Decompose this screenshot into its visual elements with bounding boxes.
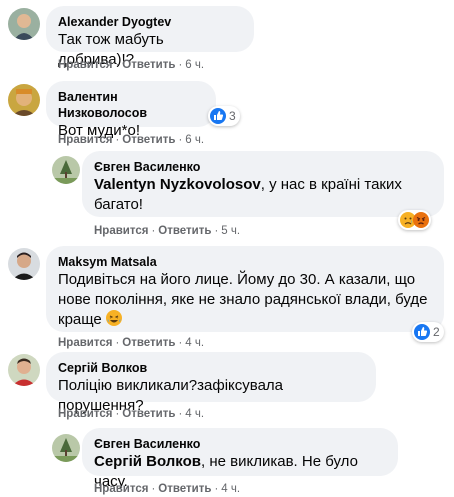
- like-link[interactable]: Нравится: [94, 483, 148, 495]
- avatar[interactable]: [52, 156, 80, 184]
- avatar-photo: [52, 434, 80, 462]
- timestamp[interactable]: 4 ч.: [185, 337, 204, 349]
- timestamp[interactable]: 5 ч.: [221, 225, 240, 237]
- comment-author[interactable]: Євген Василенко: [94, 159, 432, 175]
- avatar-photo: [8, 8, 40, 40]
- comment-bubble: Maksym Matsala Подивіться на його лице. …: [46, 246, 444, 332]
- comment-author[interactable]: Євген Василенко: [94, 436, 386, 452]
- comment-bubble: Євген Василенко Сергій Волков, не виклик…: [82, 428, 398, 490]
- comment-author[interactable]: Maksym Matsala: [58, 254, 432, 270]
- comment-text: Подивіться на його лице. Йому до 30. А к…: [58, 270, 432, 330]
- reactions-summary[interactable]: 2: [412, 322, 444, 342]
- comment-author[interactable]: Валентин Низковолосов: [58, 89, 204, 121]
- avatar[interactable]: [8, 84, 40, 116]
- comment-bubble: Євген Василенко Valentyn Nyzkovolosov, у…: [82, 151, 444, 217]
- reply-link[interactable]: Ответить: [122, 59, 175, 71]
- comment-bubble: Сергій Волков Поліцію викликали?зафіксув…: [46, 352, 376, 414]
- comment-actions: Нравится · Ответить · 4 ч.: [58, 408, 205, 420]
- avatar[interactable]: [52, 434, 80, 462]
- timestamp[interactable]: 4 ч.: [185, 408, 204, 420]
- comment-bubble: Alexander Dyogtev Так тож мабуть добрива…: [46, 6, 254, 68]
- reply-link[interactable]: Ответить: [122, 134, 175, 146]
- laughing-emoji-icon: [105, 310, 122, 326]
- thumbs-up-icon: [210, 108, 226, 124]
- like-link[interactable]: Нравится: [58, 337, 112, 349]
- comment-author[interactable]: Сергій Волков: [58, 360, 364, 376]
- avatar-photo: [8, 84, 40, 116]
- comment-text: Valentyn Nyzkovolosov, у нас в країні та…: [94, 175, 432, 215]
- reactions-summary[interactable]: [398, 210, 431, 230]
- timestamp[interactable]: 6 ч.: [185, 134, 204, 146]
- reply-link[interactable]: Ответить: [122, 408, 175, 420]
- like-link[interactable]: Нравится: [58, 134, 112, 146]
- reaction-count: 3: [229, 109, 236, 123]
- comment-actions: Нравится · Ответить · 4 ч.: [58, 337, 205, 349]
- reactions-summary[interactable]: 3: [208, 106, 240, 126]
- like-link[interactable]: Нравится: [94, 225, 148, 237]
- like-link[interactable]: Нравится: [58, 59, 112, 71]
- reply-link[interactable]: Ответить: [158, 483, 211, 495]
- comment-author[interactable]: Alexander Dyogtev: [58, 14, 242, 30]
- mention-link[interactable]: Valentyn Nyzkovolosov: [94, 176, 261, 193]
- mention-link[interactable]: Сергій Волков: [94, 453, 201, 470]
- avatar-photo: [8, 354, 40, 386]
- thumbs-up-icon: [414, 324, 430, 340]
- timestamp[interactable]: 4 ч.: [221, 483, 240, 495]
- avatar-photo: [52, 156, 80, 184]
- angry-emoji-icon: [413, 212, 429, 228]
- comment-actions: Нравится · Ответить · 6 ч.: [58, 134, 205, 146]
- like-link[interactable]: Нравится: [58, 408, 112, 420]
- avatar[interactable]: [8, 354, 40, 386]
- comment-actions: Нравится · Ответить · 5 ч.: [94, 225, 241, 237]
- avatar[interactable]: [8, 248, 40, 280]
- reply-link[interactable]: Ответить: [122, 337, 175, 349]
- avatar[interactable]: [8, 8, 40, 40]
- comment-actions: Нравится · Ответить · 4 ч.: [94, 483, 241, 495]
- reply-link[interactable]: Ответить: [158, 225, 211, 237]
- timestamp[interactable]: 6 ч.: [185, 59, 204, 71]
- reaction-count: 2: [433, 325, 440, 339]
- comment-bubble: Валентин Низковолосов Вот муди*о!: [46, 81, 216, 139]
- comment-actions: Нравится · Ответить · 6 ч.: [58, 59, 205, 71]
- avatar-photo: [8, 248, 40, 280]
